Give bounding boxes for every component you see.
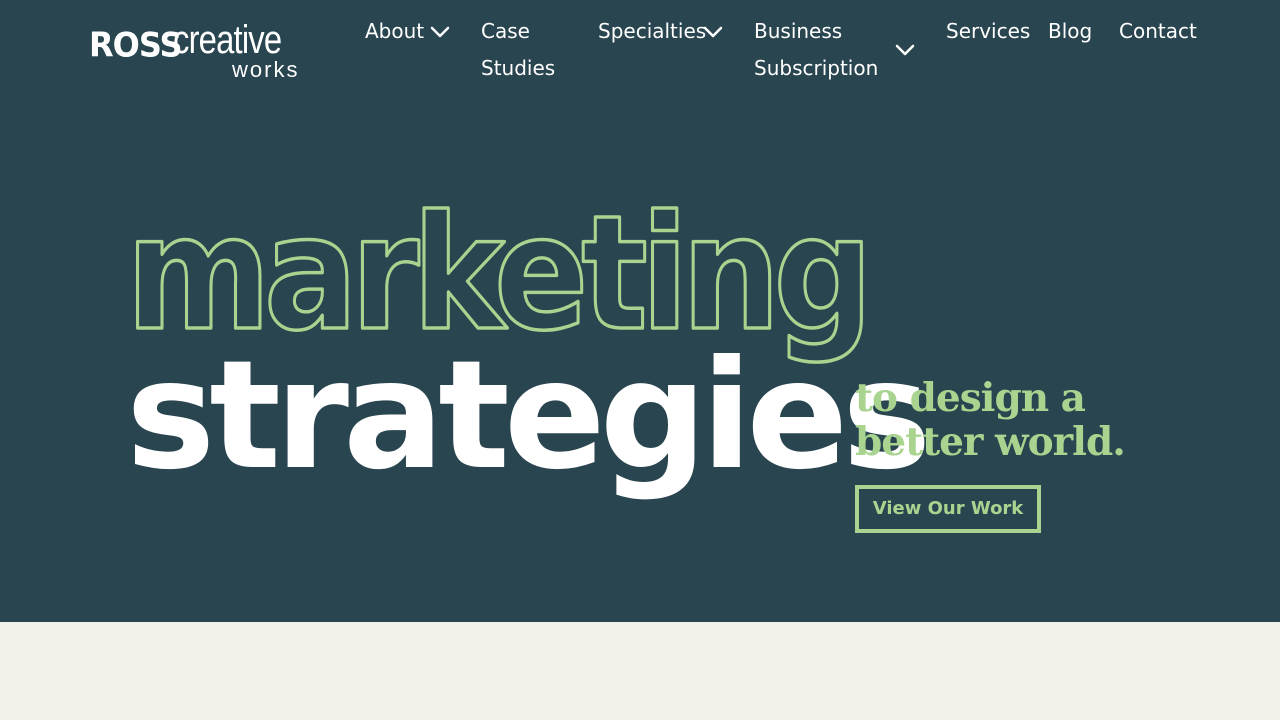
hero-tagline: to design a better world.: [855, 375, 1126, 465]
hero-headline-solid: strategies: [126, 329, 931, 503]
nav-services[interactable]: Services: [946, 13, 1030, 50]
logo-word-ross: ROSS: [89, 25, 182, 65]
site-logo[interactable]: ROSS creative works: [89, 18, 297, 84]
nav-specialties[interactable]: Specialties: [598, 13, 706, 50]
nav-contact[interactable]: Contact: [1119, 13, 1197, 50]
page: ROSS creative works About Case Studies S…: [0, 0, 1280, 720]
view-our-work-button[interactable]: View Our Work: [855, 485, 1041, 533]
hero-section: ROSS creative works About Case Studies S…: [0, 0, 1280, 622]
nav-business-subscription[interactable]: Business Subscription: [754, 13, 878, 87]
chevron-down-icon[interactable]: [703, 26, 723, 38]
nav-about[interactable]: About: [365, 13, 424, 50]
logo-word-works: works: [232, 57, 300, 82]
logo-word-creative: creative: [173, 18, 282, 62]
chevron-down-icon[interactable]: [895, 44, 915, 56]
nav-case-studies[interactable]: Case Studies: [481, 13, 555, 87]
nav-business-subscription-line2: Subscription: [754, 56, 879, 80]
hero-tagline-line1: to design a: [855, 375, 1086, 421]
hero-tagline-line2: better world.: [855, 419, 1126, 465]
nav-blog[interactable]: Blog: [1048, 13, 1092, 50]
nav-case-studies-line2: Studies: [481, 56, 556, 80]
nav-business-subscription-line1: Business: [754, 19, 843, 43]
chevron-down-icon[interactable]: [430, 26, 450, 38]
nav-case-studies-line1: Case: [481, 19, 530, 43]
